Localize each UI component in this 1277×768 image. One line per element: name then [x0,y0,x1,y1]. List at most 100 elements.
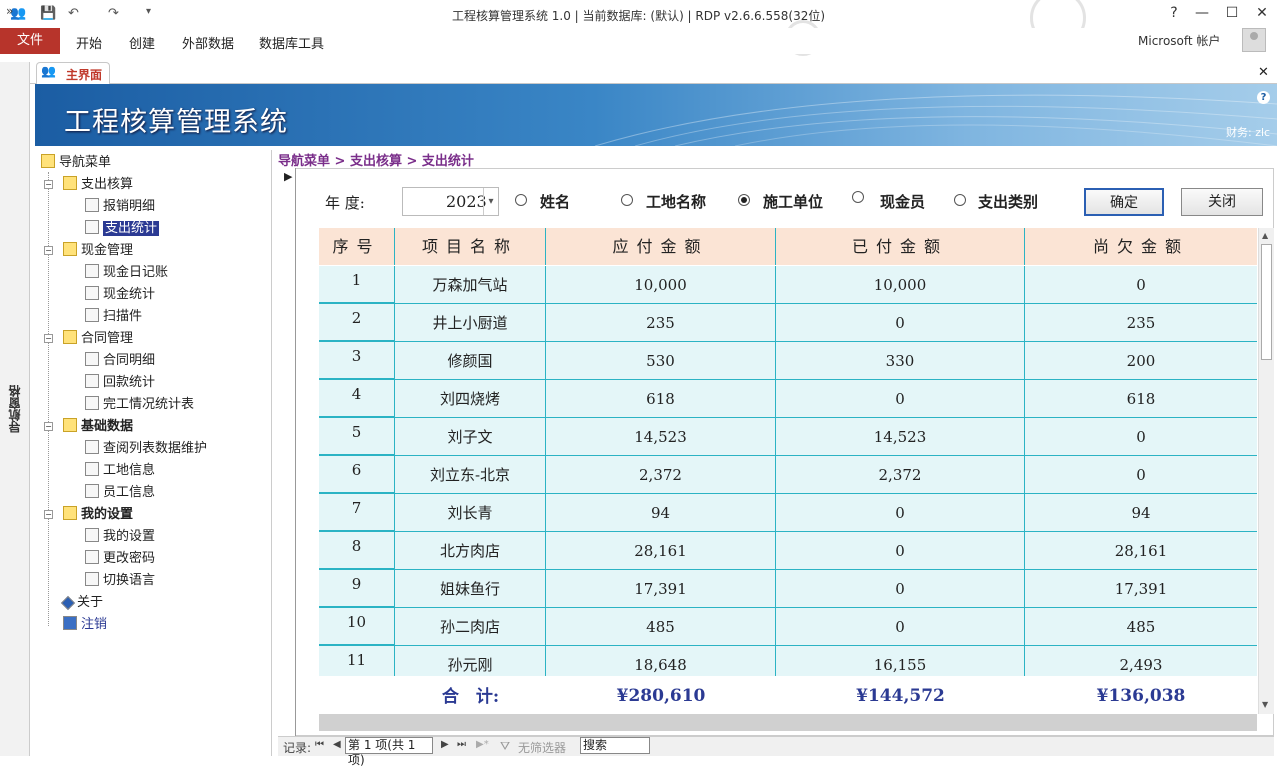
scroll-up-icon[interactable]: ▲ [1262,231,1268,240]
cell-seq[interactable]: 4 [319,380,395,418]
tree-group-settings[interactable]: 我的设置 [63,506,133,524]
cell-outstanding[interactable]: 0 [1025,418,1257,456]
cell-seq[interactable]: 1 [319,266,395,304]
table-row[interactable]: 5 刘子文 14,523 14,523 0 [319,418,1257,456]
cell-paid[interactable]: 0 [776,532,1025,570]
cell-seq[interactable]: 3 [319,342,395,380]
table-row[interactable]: 8 北方肉店 28,161 0 28,161 [319,532,1257,570]
tree-root[interactable]: 导航菜单 [41,154,111,172]
tab-home[interactable]: 开始 [76,33,102,52]
tree-item-site-info[interactable]: 工地信息 [85,462,155,480]
tree-item-expense-detail[interactable]: 报销明细 [85,198,155,216]
radio-site-name[interactable] [621,194,633,206]
close-form-button[interactable]: 关闭 [1181,188,1263,216]
cell-outstanding[interactable]: 2,493 [1025,646,1257,676]
cell-paid[interactable]: 0 [776,494,1025,532]
cell-payable[interactable]: 485 [546,608,776,646]
cell-payable[interactable]: 618 [546,380,776,418]
cell-seq[interactable]: 7 [319,494,395,532]
radio-contractor[interactable] [738,194,750,206]
cell-project[interactable]: 修颜国 [395,342,546,380]
table-row[interactable]: 10 孙二肉店 485 0 485 [319,608,1257,646]
cell-paid[interactable]: 2,372 [776,456,1025,494]
tree-group-cash[interactable]: 现金管理 [63,242,133,260]
tab-file[interactable]: 文件 [0,28,60,54]
cell-seq[interactable]: 11 [319,646,395,676]
cell-outstanding[interactable]: 200 [1025,342,1257,380]
cell-paid[interactable]: 16,155 [776,646,1025,676]
cell-payable[interactable]: 10,000 [546,266,776,304]
tree-group-expense[interactable]: 支出核算 [63,176,133,194]
new-record-icon[interactable]: ▶* [476,739,489,750]
filter-icon[interactable]: ⛛ [500,739,510,754]
radio-cashier-label[interactable]: 现金员 [880,191,925,212]
tree-item-my-settings[interactable]: 我的设置 [85,528,155,546]
cell-project[interactable]: 刘子文 [395,418,546,456]
cell-payable[interactable]: 530 [546,342,776,380]
tree-item-logout[interactable]: 注销 [63,616,107,634]
cell-project[interactable]: 孙元刚 [395,646,546,676]
cell-project[interactable]: 万森加气站 [395,266,546,304]
radio-expense-type-label[interactable]: 支出类别 [978,191,1038,212]
record-position-field[interactable]: 第 1 项(共 1 项) [345,737,433,767]
cell-outstanding[interactable]: 94 [1025,494,1257,532]
cell-project[interactable]: 刘长青 [395,494,546,532]
help-button[interactable]: ? [1164,5,1184,21]
cell-payable[interactable]: 17,391 [546,570,776,608]
record-selector[interactable] [278,168,296,736]
tree-group-basic-data[interactable]: 基础数据 [63,418,133,436]
tree-group-contract[interactable]: 合同管理 [63,330,133,348]
cell-outstanding[interactable]: 0 [1025,266,1257,304]
tree-item-completion-stats[interactable]: 完工情况统计表 [85,396,194,414]
avatar[interactable] [1242,28,1266,52]
cell-seq[interactable]: 5 [319,418,395,456]
filter-status[interactable]: 无筛选器 [518,739,566,756]
cell-paid[interactable]: 0 [776,570,1025,608]
tree-item-lookup-maintenance[interactable]: 查阅列表数据维护 [85,440,207,458]
cell-project[interactable]: 刘四烧烤 [395,380,546,418]
tree-item-cash-stats[interactable]: 现金统计 [85,286,155,304]
tab-create[interactable]: 创建 [129,33,155,52]
cell-project[interactable]: 姐妹鱼行 [395,570,546,608]
close-document-button[interactable]: ✕ [1258,65,1269,80]
tree-item-switch-language[interactable]: 切换语言 [85,572,155,590]
radio-contractor-label[interactable]: 施工单位 [763,191,823,212]
confirm-button[interactable]: 确定 [1084,188,1164,216]
cell-paid[interactable]: 0 [776,608,1025,646]
tree-item-change-password[interactable]: 更改密码 [85,550,155,568]
collapse-icon[interactable]: − [44,180,53,189]
account-menu[interactable]: Microsoft 帐户 [1138,32,1220,49]
cell-paid[interactable]: 0 [776,304,1025,342]
cell-payable[interactable]: 28,161 [546,532,776,570]
cell-outstanding[interactable]: 28,161 [1025,532,1257,570]
collapse-icon[interactable]: − [44,246,53,255]
radio-cashier[interactable] [852,191,864,203]
cell-outstanding[interactable]: 485 [1025,608,1257,646]
tree-item-payment-stats[interactable]: 回款统计 [85,374,155,392]
cell-payable[interactable]: 18,648 [546,646,776,676]
radio-site-name-label[interactable]: 工地名称 [646,191,706,212]
cell-paid[interactable]: 14,523 [776,418,1025,456]
next-record-icon[interactable]: ▶ [441,739,449,750]
expand-nav-pane-button[interactable]: » [6,4,13,18]
table-row[interactable]: 1 万森加气站 10,000 10,000 0 [319,266,1257,304]
tab-external-data[interactable]: 外部数据 [182,33,234,52]
collapse-icon[interactable]: − [44,422,53,431]
close-button[interactable]: ✕ [1252,5,1272,21]
cell-outstanding[interactable]: 17,391 [1025,570,1257,608]
minimize-button[interactable]: — [1192,5,1212,21]
collapse-icon[interactable]: − [44,334,53,343]
maximize-button[interactable]: ☐ [1222,5,1242,21]
cell-payable[interactable]: 94 [546,494,776,532]
cell-project[interactable]: 孙二肉店 [395,608,546,646]
radio-name-label[interactable]: 姓名 [540,191,570,212]
tree-item-employee-info[interactable]: 员工信息 [85,484,155,502]
cell-project[interactable]: 刘立东-北京 [395,456,546,494]
cell-outstanding[interactable]: 618 [1025,380,1257,418]
scrollbar-thumb[interactable] [1261,244,1272,360]
tab-database-tools[interactable]: 数据库工具 [259,33,324,52]
cell-project[interactable]: 井上小厨道 [395,304,546,342]
tree-item-expense-stats[interactable]: 支出统计 [85,220,160,238]
cell-payable[interactable]: 2,372 [546,456,776,494]
table-row[interactable]: 4 刘四烧烤 618 0 618 [319,380,1257,418]
